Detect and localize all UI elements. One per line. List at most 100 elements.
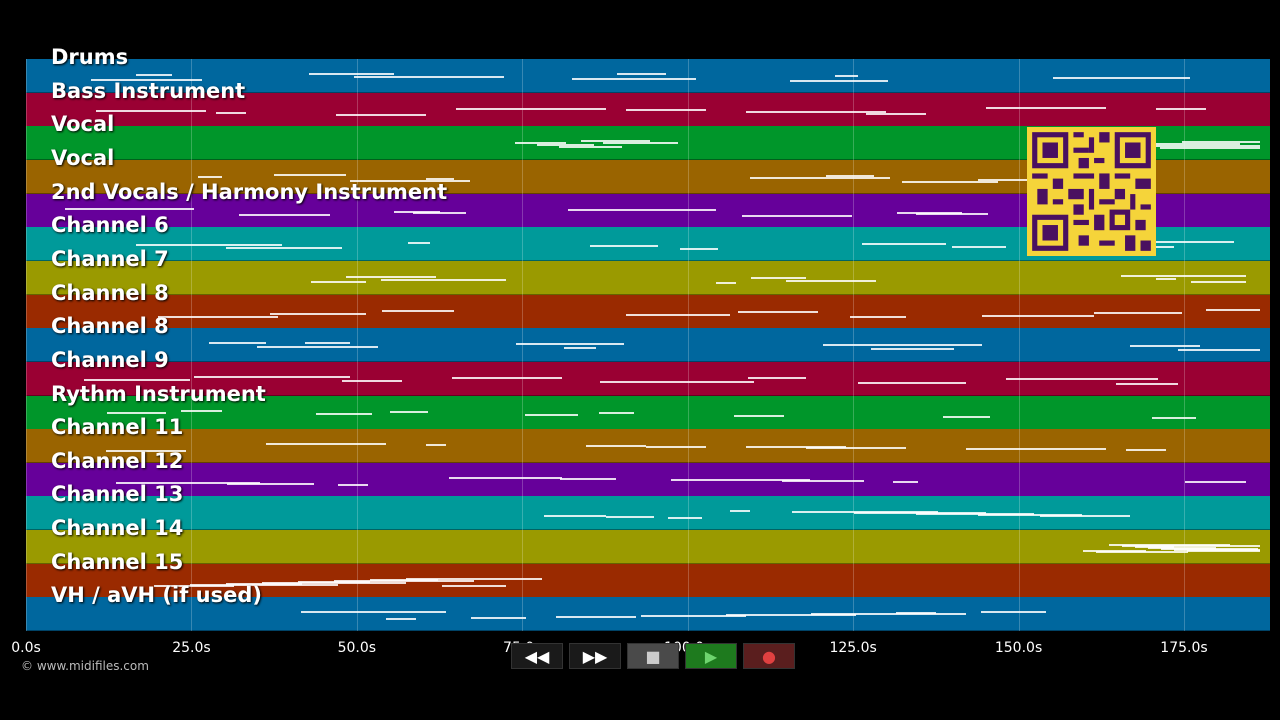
note <box>668 517 702 520</box>
note <box>896 612 936 615</box>
note <box>916 212 988 215</box>
time-tick-label: 50.0s <box>337 640 377 656</box>
qr-code-icon <box>1027 127 1156 256</box>
time-gridline <box>853 59 855 631</box>
note <box>390 410 428 413</box>
note <box>301 611 446 614</box>
rewind-icon: ◀◀ <box>524 646 550 666</box>
note <box>599 411 634 414</box>
note <box>1126 449 1166 452</box>
rewind-button[interactable]: ◀◀ <box>511 643 563 669</box>
note <box>1156 277 1176 280</box>
note <box>902 180 998 183</box>
note <box>564 347 596 350</box>
note <box>1156 107 1206 110</box>
note <box>734 414 784 417</box>
track-label: Channel 11 <box>51 415 184 440</box>
note <box>581 140 650 143</box>
note <box>871 348 954 351</box>
note <box>198 175 222 178</box>
note <box>823 344 982 347</box>
note <box>792 511 938 514</box>
note <box>194 375 350 378</box>
track-lane <box>26 260 1270 295</box>
note <box>671 478 810 481</box>
note <box>952 246 1006 249</box>
note <box>750 176 890 179</box>
track-label: Channel 8 <box>51 314 169 339</box>
note <box>1160 147 1260 150</box>
note <box>309 73 394 75</box>
note <box>305 342 350 345</box>
stop-button[interactable]: ■ <box>627 643 679 669</box>
note <box>1178 349 1260 352</box>
note <box>136 74 172 76</box>
note <box>516 343 624 346</box>
track-label: Bass Instrument <box>51 78 246 103</box>
time-tick-label: 0.0s <box>11 640 41 656</box>
note <box>1006 377 1158 380</box>
note <box>556 616 636 619</box>
note <box>316 412 372 415</box>
note <box>537 144 594 147</box>
track-label: Channel 6 <box>51 213 169 238</box>
note <box>216 111 246 114</box>
track-lane <box>26 530 1270 565</box>
note <box>850 315 906 318</box>
note <box>981 611 1046 614</box>
note <box>65 207 194 210</box>
note <box>456 107 606 110</box>
note <box>274 173 346 176</box>
fast-forward-icon: ▶▶ <box>582 646 608 666</box>
note <box>742 214 852 217</box>
note <box>1152 416 1196 419</box>
note <box>586 445 646 448</box>
note <box>382 309 454 312</box>
track-label: Vocal <box>51 145 115 170</box>
note <box>568 208 716 211</box>
transport-controls: ◀◀ ▶▶ ■ ▶ ● <box>511 643 795 670</box>
note <box>986 106 1106 109</box>
note <box>471 617 526 620</box>
note <box>346 275 436 278</box>
track-label: Channel 12 <box>51 448 184 473</box>
track-label: Rythm Instrument <box>51 381 266 406</box>
record-button[interactable]: ● <box>743 643 795 669</box>
note <box>806 447 906 450</box>
note <box>730 510 750 513</box>
track-lane <box>26 328 1270 363</box>
time-gridline <box>26 59 27 631</box>
note <box>835 75 858 77</box>
note <box>1206 308 1260 311</box>
note <box>751 276 806 279</box>
note <box>603 142 678 145</box>
play-button[interactable]: ▶ <box>685 643 737 669</box>
note <box>226 247 342 250</box>
note <box>626 108 706 111</box>
note <box>680 248 718 251</box>
track-label: Channel 15 <box>51 549 184 574</box>
track-lane <box>26 294 1270 329</box>
time-tick-label: 175.0s <box>1160 640 1208 656</box>
track-lane <box>26 462 1270 497</box>
note <box>544 515 606 518</box>
note <box>257 346 378 349</box>
note <box>136 244 282 247</box>
note <box>1094 311 1182 314</box>
note <box>354 76 504 78</box>
note <box>1191 280 1246 283</box>
note <box>158 315 278 318</box>
track-label: Vocal <box>51 112 115 137</box>
time-gridline <box>1183 59 1185 631</box>
note <box>858 381 966 384</box>
track-lane <box>26 496 1270 531</box>
note <box>1053 77 1190 79</box>
note <box>716 281 736 284</box>
fast-forward-button[interactable]: ▶▶ <box>569 643 621 669</box>
note <box>590 245 658 248</box>
note <box>626 313 730 316</box>
note <box>748 376 806 379</box>
time-tick-label: 150.0s <box>994 640 1043 656</box>
play-icon: ▶ <box>704 646 718 666</box>
time-gridline <box>1018 59 1020 631</box>
